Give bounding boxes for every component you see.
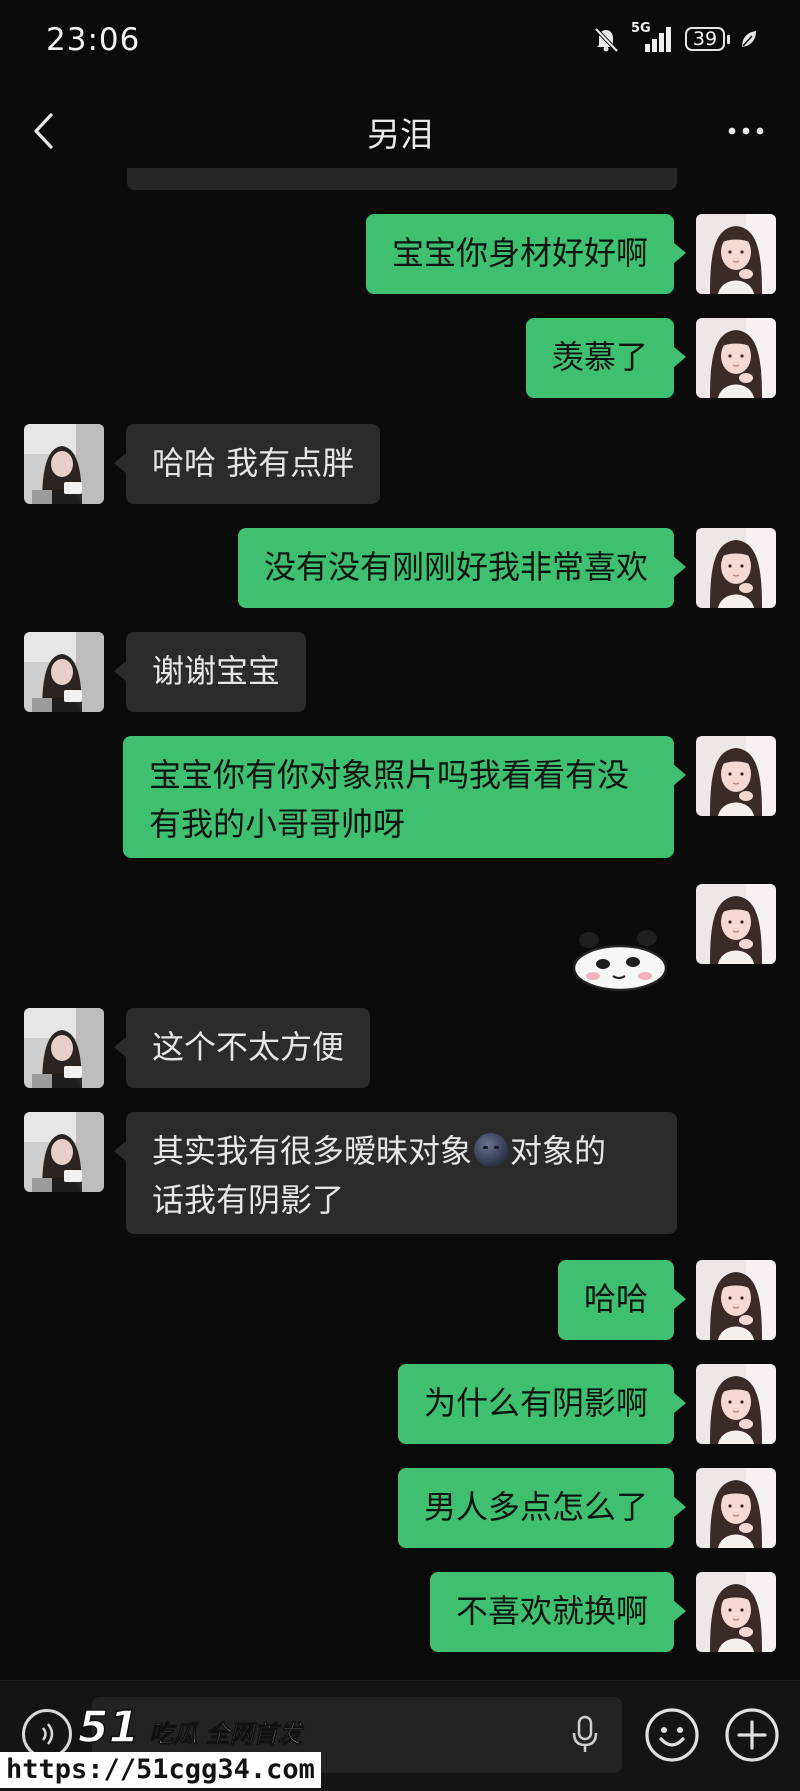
message-text-line: 有我的小哥哥帅呀 bbox=[149, 805, 406, 843]
outgoing-message-bubble[interactable]: 不喜欢就换啊 bbox=[429, 1572, 687, 1652]
outgoing-message-bubble[interactable]: 没有没有刚刚好我非常喜欢 bbox=[237, 528, 687, 608]
incoming-message-bubble[interactable]: 这个不太方便 bbox=[113, 1008, 371, 1088]
dark-face-emoji-icon bbox=[474, 1133, 509, 1167]
message-text: 谢谢宝宝 bbox=[152, 652, 281, 690]
watermark-url: https://51cgg34.com bbox=[0, 1752, 321, 1788]
message-text: 宝宝你身材好好啊 bbox=[391, 234, 648, 272]
my-avatar[interactable] bbox=[696, 214, 776, 294]
incoming-message-bubble[interactable]: 其实我有很多暧昧对象 对象的 话我有阴影了 bbox=[114, 1112, 677, 1234]
message-text: 其实我有很多暧昧对象 bbox=[152, 1132, 473, 1170]
emoji-button[interactable] bbox=[642, 1705, 702, 1765]
watermark-brand: 吃瓜 全网首发 bbox=[149, 1720, 302, 1749]
my-avatar[interactable] bbox=[696, 1260, 776, 1340]
message-text: 哈哈 我有点胖 bbox=[152, 444, 355, 482]
panda-sticker[interactable] bbox=[567, 924, 673, 994]
message-text-line: 其实我有很多暧昧对象 对象的 bbox=[152, 1127, 651, 1176]
my-avatar[interactable] bbox=[696, 528, 776, 608]
message-text: 羡慕了 bbox=[551, 338, 648, 376]
message-text-line: 话我有阴影了 bbox=[152, 1181, 345, 1219]
message-text: 没有没有刚刚好我非常喜欢 bbox=[263, 548, 648, 586]
contact-avatar[interactable] bbox=[24, 1008, 104, 1088]
plus-icon bbox=[725, 1708, 779, 1762]
my-avatar[interactable] bbox=[696, 884, 776, 964]
mic-icon bbox=[572, 1715, 598, 1752]
outgoing-message-bubble[interactable]: 哈哈 bbox=[557, 1260, 687, 1340]
my-avatar[interactable] bbox=[696, 1364, 776, 1444]
contact-avatar[interactable] bbox=[24, 632, 104, 712]
voice-icon bbox=[41, 1723, 54, 1745]
message-text: 哈哈 bbox=[583, 1280, 648, 1318]
outgoing-message-bubble[interactable]: 宝宝你身材好好啊 bbox=[365, 214, 687, 294]
outgoing-message-bubble[interactable]: 为什么有阴影啊 bbox=[397, 1364, 687, 1444]
watermark-number: 51 bbox=[77, 1701, 140, 1754]
contact-avatar[interactable] bbox=[24, 1112, 104, 1192]
my-avatar[interactable] bbox=[696, 318, 776, 398]
plus-button[interactable] bbox=[722, 1705, 782, 1765]
contact-avatar[interactable] bbox=[24, 424, 104, 504]
outgoing-message-bubble[interactable]: 羡慕了 bbox=[525, 318, 687, 398]
incoming-message-bubble[interactable]: 哈哈 我有点胖 bbox=[113, 424, 381, 504]
outgoing-message-bubble[interactable]: 男人多点怎么了 bbox=[397, 1468, 687, 1548]
mic-button[interactable] bbox=[570, 1715, 600, 1759]
my-avatar[interactable] bbox=[696, 1572, 776, 1652]
message-text: 这个不太方便 bbox=[152, 1028, 345, 1066]
message-text: 对象的 bbox=[510, 1132, 607, 1170]
message-text-line: 宝宝你有你对象照片吗我看看有没 bbox=[149, 756, 630, 794]
message-text: 为什么有阴影啊 bbox=[423, 1384, 648, 1422]
message-list[interactable]: 宝宝你身材好好啊 羡慕了 哈哈 我有点胖 没有没有刚刚好我非常喜欢 谢谢宝宝 宝… bbox=[0, 0, 800, 1680]
message-text: 不喜欢就换啊 bbox=[455, 1592, 648, 1630]
my-avatar[interactable] bbox=[696, 1468, 776, 1548]
incoming-message-bubble[interactable]: 谢谢宝宝 bbox=[113, 632, 307, 712]
message-text: 男人多点怎么了 bbox=[423, 1488, 648, 1526]
emoji-icon bbox=[645, 1708, 699, 1762]
outgoing-message-bubble[interactable]: 宝宝你有你对象照片吗我看看有没 有我的小哥哥帅呀 bbox=[123, 736, 686, 858]
watermark-logo: 51 吃瓜 全网首发 bbox=[77, 1701, 302, 1754]
my-avatar[interactable] bbox=[696, 736, 776, 816]
